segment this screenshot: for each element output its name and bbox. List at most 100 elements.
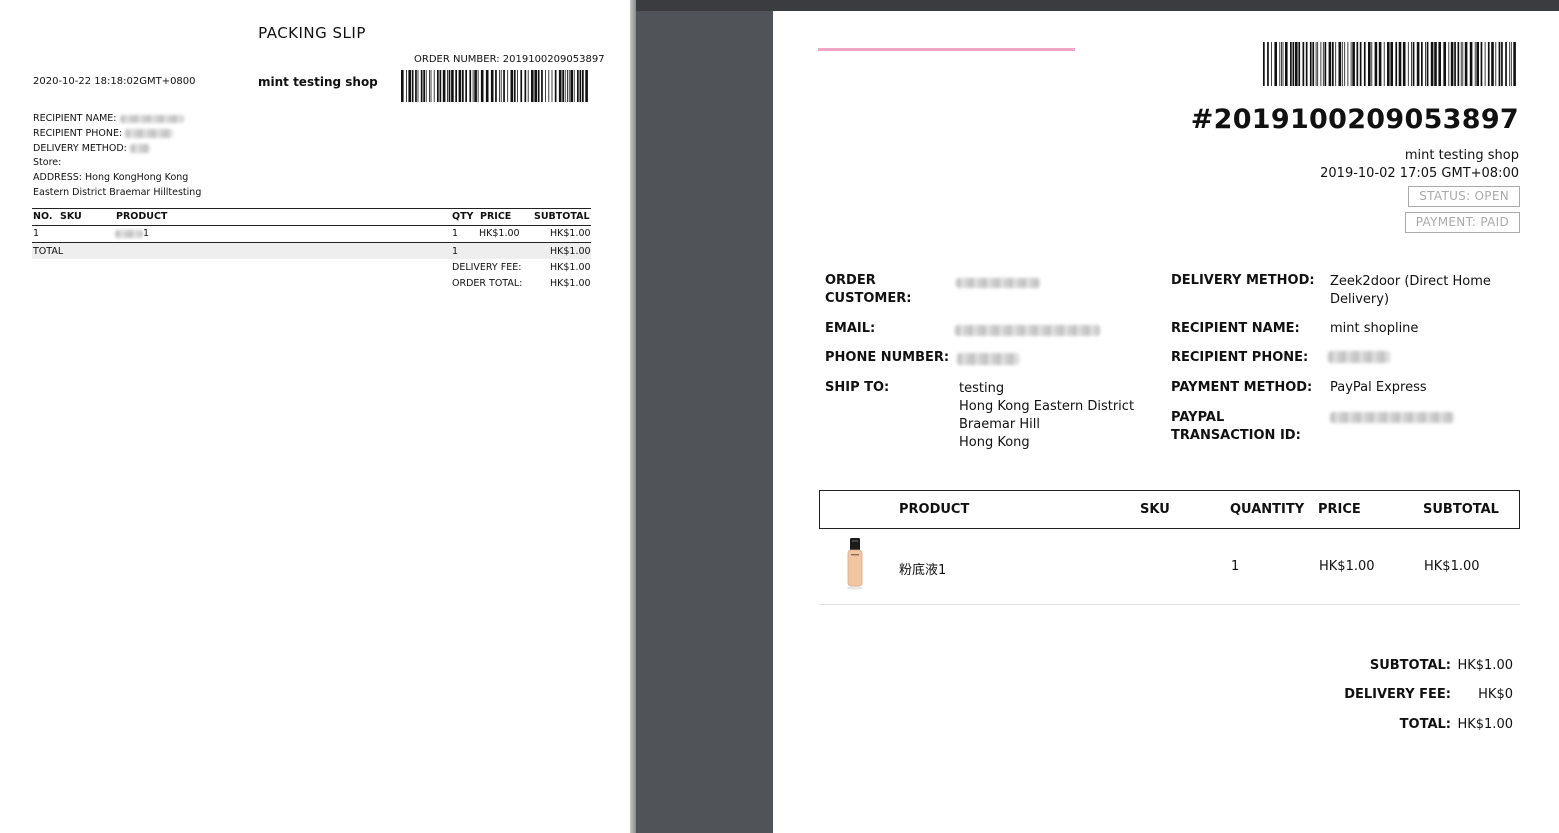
payment-method-label: PAYMENT METHOD: (1171, 380, 1313, 395)
barcode-bar (485, 70, 489, 102)
barcode-bar (510, 70, 514, 102)
total-label: TOTAL: (1399, 717, 1451, 732)
barcode-bar (420, 70, 423, 102)
barcode-bar (439, 70, 442, 102)
row-product-name: 粉底液1 (899, 563, 947, 578)
row-product-suffix: 1 (143, 228, 150, 239)
barcode-bar (408, 70, 411, 102)
barcode-bar (417, 70, 419, 102)
payment-badge: PAYMENT: PAID (1404, 212, 1520, 233)
barcode-bar (524, 70, 527, 102)
barcode-bar (1509, 42, 1511, 86)
barcode-bar (429, 70, 430, 102)
barcode-bar (567, 70, 568, 102)
redacted-order-customer (956, 278, 1040, 288)
row-qty: 1 (452, 228, 459, 239)
barcode-bar (469, 70, 472, 102)
barcode-bar (573, 70, 575, 102)
barcode-bar (1498, 42, 1501, 86)
delivery-method-label: DELIVERY METHOD: (33, 143, 127, 154)
payment-method-value: PayPal Express (1330, 380, 1427, 395)
recipient-name-value: mint shopline (1330, 321, 1419, 336)
barcode-bar (1501, 42, 1503, 86)
invoice-shop-name: mint testing shop (1404, 148, 1519, 163)
barcode-bar (1425, 42, 1426, 86)
packing-slip-page: PACKING SLIP ORDER NUMBER: 2019100209053… (0, 0, 630, 833)
barcode-bar (537, 70, 540, 102)
barcode-bar (1309, 42, 1312, 86)
barcode-bar (1324, 42, 1327, 86)
total-label: TOTAL (33, 246, 64, 257)
product-thumbnail (847, 538, 863, 590)
barcode-bar (1302, 42, 1305, 86)
barcode-bar (1305, 42, 1308, 86)
recipient-name-label: RECIPIENT NAME: (1171, 321, 1300, 336)
redacted-product-name (115, 229, 143, 238)
col-subtotal: SUBTOTAL (1423, 502, 1499, 517)
barcode-bar (1281, 42, 1282, 86)
barcode-bar (411, 70, 414, 102)
recipient-phone-label: RECIPIENT PHONE: (33, 128, 123, 139)
barcode-bar (1416, 42, 1420, 86)
barcode-bar (423, 70, 425, 102)
col-price: PRICE (1318, 502, 1361, 517)
barcode-bar (433, 70, 435, 102)
col-sku: SKU (1140, 502, 1170, 517)
barcode-bar (1356, 42, 1359, 86)
delivery-method-label: DELIVERY METHOD: (1171, 273, 1315, 288)
redacted-recipient-name (119, 114, 184, 123)
barcode-bar (465, 70, 467, 102)
row-product: 1 (115, 228, 149, 239)
barcode-bar (1421, 42, 1423, 86)
barcode-bar (1402, 42, 1406, 86)
barcode-bar (541, 70, 543, 102)
packing-slip-store: Store: (33, 157, 62, 168)
barcode-bar (425, 70, 427, 102)
row-subtotal: HK$1.00 (1424, 559, 1480, 574)
packing-slip-title: PACKING SLIP (258, 24, 366, 42)
barcode-bar (1448, 42, 1450, 86)
barcode-bar (534, 70, 537, 102)
barcode-bar (1295, 42, 1298, 86)
table-header-rule (32, 225, 591, 226)
barcode-bar (1368, 42, 1371, 86)
barcode-bar (1387, 42, 1390, 86)
ship-to-value: testing Hong Kong Eastern District Braem… (959, 381, 1135, 450)
barcode-bar (1285, 42, 1288, 86)
invoice-page: #2019100209053897 mint testing shop 2019… (773, 11, 1559, 833)
barcode-bar (1312, 42, 1315, 86)
barcode-bar (1450, 42, 1454, 86)
barcode-bar (548, 70, 550, 102)
barcode-bar (1513, 42, 1516, 86)
barcode-bar (1332, 42, 1334, 86)
barcode-bar (1282, 42, 1284, 86)
order-total-label: ORDER TOTAL: (452, 278, 523, 289)
table-top-rule (32, 208, 591, 209)
barcode-bar (1371, 42, 1373, 86)
barcode-bar (1474, 42, 1476, 86)
subtotal-label: SUBTOTAL: (1369, 658, 1451, 673)
barcode-bar (474, 70, 477, 102)
barcode-bar (448, 70, 451, 102)
barcode-bar (1469, 42, 1473, 86)
barcode-bar (1487, 42, 1490, 86)
redacted-delivery-method (129, 144, 150, 153)
barcode-bar (1347, 42, 1349, 86)
packing-slip-shop-name: mint testing shop (258, 75, 378, 89)
paypal-transaction-label: PAYPAL TRANSACTION ID: (1171, 410, 1301, 443)
barcode-bar (415, 70, 417, 102)
barcode-bar (480, 70, 484, 102)
packing-slip-barcode (401, 70, 588, 102)
barcode-bar (1438, 42, 1441, 86)
barcode-bar (1290, 42, 1292, 86)
barcode-bar (1476, 42, 1479, 86)
packing-slip-recipient-phone: RECIPIENT PHONE: (33, 128, 174, 139)
barcode-bar (507, 70, 509, 102)
phone-number-label: PHONE NUMBER: (825, 350, 950, 365)
barcode-bar (1322, 42, 1324, 86)
barcode-bar (585, 70, 588, 102)
packing-slip-address-line1: ADDRESS: Hong KongHong Kong (33, 172, 189, 183)
barcode-bar (401, 70, 404, 102)
barcode-bar (562, 70, 564, 102)
barcode-bar (554, 70, 557, 102)
